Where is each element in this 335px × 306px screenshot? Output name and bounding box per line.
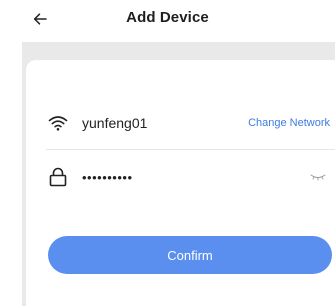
- wifi-icon: [46, 111, 70, 135]
- confirm-button[interactable]: Confirm: [48, 236, 332, 274]
- change-network-link[interactable]: Change Network: [248, 117, 330, 129]
- lock-icon: [46, 165, 70, 189]
- wifi-ssid: yunfeng01: [82, 115, 148, 131]
- wifi-form-card: yunfeng01 Change Network Confirm: [26, 60, 335, 306]
- eye-closed-icon: [310, 174, 326, 181]
- header-bar: Add Device: [0, 0, 335, 40]
- password-field[interactable]: [82, 169, 282, 185]
- row-divider: [46, 149, 335, 150]
- page-title: Add Device: [126, 9, 209, 26]
- network-row: yunfeng01 Change Network: [46, 108, 335, 138]
- password-row: [46, 162, 335, 192]
- password-visibility-toggle[interactable]: [308, 170, 328, 184]
- add-device-screen: Add Device yunfeng01 Change Network ••••…: [0, 0, 335, 306]
